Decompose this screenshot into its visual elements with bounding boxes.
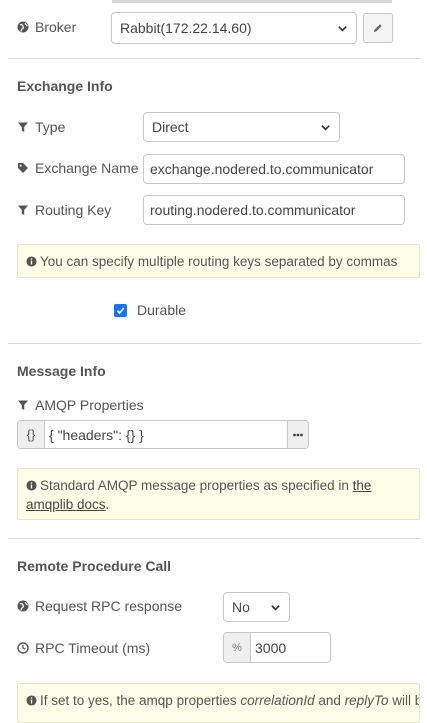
amqp-properties-label-row: AMQP Properties bbox=[17, 395, 144, 415]
rpc-tip-correlationid: correlationId bbox=[240, 693, 315, 708]
broker-select[interactable]: Rabbit(172.22.14.60) bbox=[111, 12, 357, 44]
rpc-tip-replyto: replyTo bbox=[344, 693, 389, 708]
durable-label: Durable bbox=[137, 302, 187, 318]
divider bbox=[8, 58, 421, 59]
checkmark-icon bbox=[116, 307, 125, 314]
request-rpc-label-row: Request RPC response bbox=[17, 596, 182, 616]
json-type-button[interactable]: {} bbox=[18, 421, 45, 448]
durable-checkbox[interactable] bbox=[114, 303, 127, 317]
rpc-timeout-label-row: RPC Timeout (ms) bbox=[17, 638, 150, 658]
rpc-timeout-typed-input[interactable]: % 3000 bbox=[223, 632, 331, 663]
exchange-name-label-row: Exchange Name bbox=[17, 158, 139, 178]
number-type-button[interactable]: % bbox=[224, 633, 251, 662]
filter-icon bbox=[17, 204, 29, 216]
broker-label: Broker bbox=[35, 19, 77, 35]
filter-icon bbox=[17, 121, 29, 133]
rpc-timeout-label: RPC Timeout (ms) bbox=[35, 640, 151, 656]
edit-broker-button[interactable] bbox=[363, 13, 393, 43]
routing-keys-tip-text: You can specify multiple routing keys se… bbox=[40, 254, 398, 269]
amqp-tip-text: Standard AMQP message properties as spec… bbox=[40, 478, 353, 493]
info-icon bbox=[26, 692, 37, 706]
type-select-value: Direct bbox=[152, 119, 189, 135]
ellipsis-icon bbox=[293, 433, 303, 436]
rpc-tip-text1: If set to yes, the amqp properties bbox=[40, 693, 241, 708]
type-select[interactable]: Direct bbox=[143, 112, 340, 142]
routing-key-value: routing.nodered.to.communicator bbox=[150, 202, 356, 218]
divider bbox=[8, 538, 421, 539]
section-title-exchange-info: Exchange Info bbox=[17, 78, 113, 94]
chevron-down-icon bbox=[269, 601, 281, 613]
json-type-label: {} bbox=[26, 427, 36, 442]
section-title-message-info: Message Info bbox=[17, 363, 106, 379]
type-label-row: Type bbox=[17, 117, 65, 137]
globe-icon bbox=[17, 600, 29, 612]
broker-label-row: Broker bbox=[17, 17, 76, 37]
info-icon bbox=[26, 253, 37, 267]
amqp-tip-end: . bbox=[105, 497, 110, 512]
durable-row: Durable bbox=[114, 302, 186, 318]
amqp-properties-value[interactable]: { "headers": {} } bbox=[45, 421, 287, 448]
number-type-label: % bbox=[232, 641, 242, 654]
exchange-name-input[interactable]: exchange.nodered.to.communicator bbox=[143, 154, 405, 184]
rpc-tip-text2: and bbox=[314, 693, 345, 708]
request-rpc-value: No bbox=[232, 599, 250, 615]
amqp-properties-tip: Standard AMQP message properties as spec… bbox=[17, 468, 420, 520]
section-title-rpc: Remote Procedure Call bbox=[17, 558, 172, 574]
top-edge-bar bbox=[112, 0, 392, 3]
routing-key-input[interactable]: routing.nodered.to.communicator bbox=[143, 195, 405, 225]
amqp-properties-label: AMQP Properties bbox=[35, 397, 144, 413]
globe-icon bbox=[17, 21, 29, 33]
rpc-tip: If set to yes, the amqp properties corre… bbox=[17, 683, 420, 723]
rpc-tip-text3: will be bbox=[392, 693, 419, 708]
routing-key-label-row: Routing Key bbox=[17, 200, 111, 220]
filter-icon bbox=[17, 399, 29, 411]
exchange-name-value: exchange.nodered.to.communicator bbox=[150, 161, 374, 177]
rpc-timeout-text: 3000 bbox=[255, 639, 287, 656]
routing-key-label: Routing Key bbox=[35, 202, 112, 218]
expand-editor-button[interactable] bbox=[287, 421, 308, 448]
type-label: Type bbox=[35, 119, 66, 135]
chevron-down-icon bbox=[319, 121, 331, 133]
rpc-timeout-value[interactable]: 3000 bbox=[251, 633, 330, 662]
divider bbox=[8, 343, 421, 344]
info-icon bbox=[26, 477, 37, 491]
pencil-icon bbox=[372, 22, 384, 34]
broker-select-value: Rabbit(172.22.14.60) bbox=[120, 20, 252, 36]
exchange-name-label: Exchange Name bbox=[35, 160, 139, 176]
request-rpc-select[interactable]: No bbox=[223, 592, 290, 622]
clock-icon bbox=[17, 642, 29, 654]
tag-icon bbox=[17, 162, 29, 174]
amqp-properties-text: { "headers": {} } bbox=[49, 426, 144, 443]
routing-keys-tip: You can specify multiple routing keys se… bbox=[17, 244, 420, 278]
request-rpc-label: Request RPC response bbox=[35, 598, 183, 614]
chevron-down-icon bbox=[336, 22, 348, 34]
amqp-properties-typed-input[interactable]: {} { "headers": {} } bbox=[17, 420, 309, 449]
